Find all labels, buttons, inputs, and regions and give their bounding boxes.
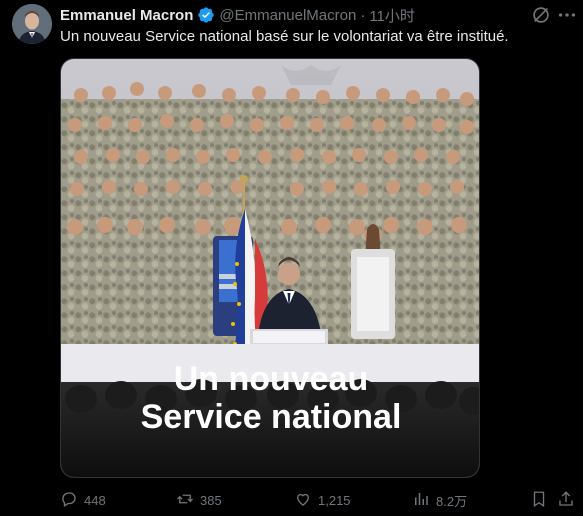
avatar[interactable]: [12, 4, 52, 44]
bookmark-icon: [530, 490, 548, 511]
video-caption-line1: Un nouveau: [174, 360, 369, 398]
more-options-icon[interactable]: [556, 4, 578, 26]
reply-icon: [60, 490, 78, 511]
repost-icon: [176, 490, 194, 511]
repost-count: 385: [200, 492, 222, 508]
reply-button[interactable]: 448: [60, 489, 106, 511]
views-icon: [412, 490, 430, 511]
like-count: 1,215: [318, 492, 351, 508]
author-name[interactable]: Emmanuel Macron: [60, 7, 193, 24]
verified-badge-icon: [197, 6, 215, 24]
tweet[interactable]: Emmanuel Macron @EmmanuelMacron · 11小时 U…: [0, 0, 583, 516]
video-frame: Un nouveau Service national: [61, 59, 479, 477]
tweet-actions: 448 385 1,215 8.2万: [60, 489, 583, 511]
tweet-timestamp[interactable]: 11小时: [369, 5, 415, 26]
header-separator: ·: [360, 6, 366, 24]
video-caption-line2: Service national: [141, 398, 402, 436]
share-icon: [557, 490, 575, 511]
views-button[interactable]: 8.2万: [412, 489, 467, 511]
bookmark-button[interactable]: [530, 489, 548, 511]
share-button[interactable]: [557, 489, 575, 511]
author-handle[interactable]: @EmmanuelMacron: [219, 7, 356, 24]
views-count: 8.2万: [436, 493, 468, 509]
like-icon: [294, 490, 312, 511]
repost-button[interactable]: 385: [176, 489, 222, 511]
grok-icon[interactable]: [530, 4, 552, 26]
reply-count: 448: [84, 492, 106, 508]
tweet-header: Emmanuel Macron @EmmanuelMacron · 11小时: [60, 5, 415, 26]
like-button[interactable]: 1,215: [294, 489, 351, 511]
tweet-media-video[interactable]: Un nouveau Service national: [60, 58, 480, 478]
tweet-text: Un nouveau Service national basé sur le …: [60, 28, 509, 45]
